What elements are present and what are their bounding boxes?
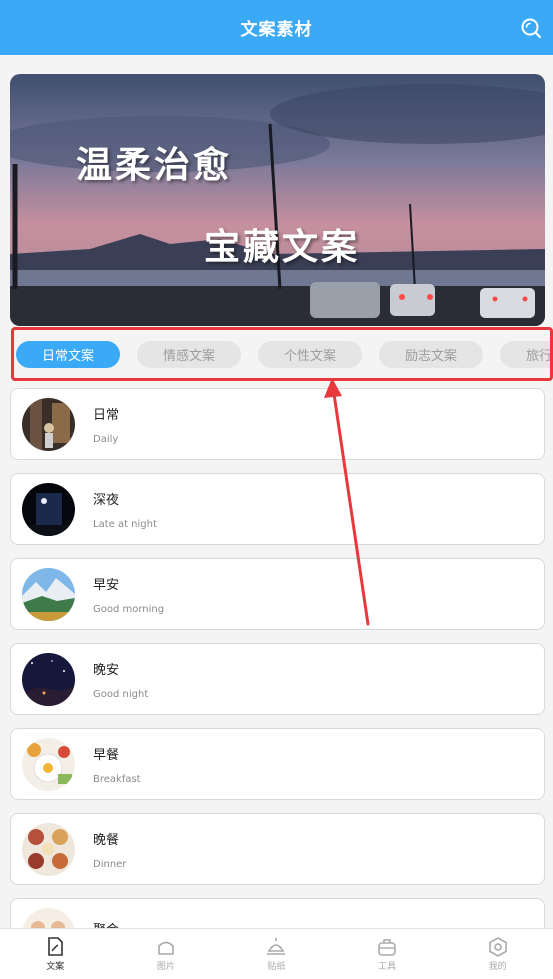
item-title: 日常 xyxy=(93,407,120,423)
item-title: 晚安 xyxy=(93,662,120,678)
page-title: 文案素材 xyxy=(240,20,313,40)
list-item-breakfast[interactable]: 早餐 Breakfast xyxy=(10,728,545,800)
banner-carousel[interactable]: 温柔治愈 宝藏文案 xyxy=(10,74,545,326)
nav-label: 图片 xyxy=(156,961,175,972)
category-list: 日常 Daily 深夜 Late at night 早安 Good mornin… xyxy=(10,388,545,979)
tab-personality[interactable]: 个性文案 xyxy=(258,340,362,368)
bottom-navigation: 文案 图片 贴纸 工具 我的 xyxy=(0,928,553,979)
category-tabs-highlight: 日常文案 情感文案 个性文案 励志文案 旅行文案 xyxy=(11,327,553,381)
nav-images[interactable]: 图片 xyxy=(111,929,222,979)
nav-label: 文案 xyxy=(46,961,65,972)
avatar xyxy=(22,482,75,536)
item-subtitle: Dinner xyxy=(93,858,127,870)
avatar xyxy=(22,652,75,706)
list-item-late-night[interactable]: 深夜 Late at night xyxy=(10,473,545,545)
list-item-daily[interactable]: 日常 Daily xyxy=(10,388,545,460)
avatar xyxy=(22,737,75,791)
nav-stickers[interactable]: 贴纸 xyxy=(221,929,332,979)
nav-copywriting[interactable]: 文案 xyxy=(0,929,111,979)
sticker-icon xyxy=(267,937,286,955)
tab-emotion[interactable]: 情感文案 xyxy=(137,340,241,368)
item-subtitle: Late at night xyxy=(93,518,157,530)
nav-label: 我的 xyxy=(488,961,507,972)
toolbox-icon xyxy=(378,938,396,956)
list-item-good-morning[interactable]: 早安 Good morning xyxy=(10,558,545,630)
item-subtitle: Good morning xyxy=(93,603,165,615)
nav-profile[interactable]: 我的 xyxy=(442,929,553,979)
category-tabs: 日常文案 情感文案 个性文案 励志文案 旅行文案 xyxy=(14,330,550,378)
search-icon[interactable] xyxy=(519,16,543,40)
item-subtitle: Daily xyxy=(93,433,119,445)
avatar xyxy=(22,567,75,621)
avatar xyxy=(22,822,75,876)
nav-label: 贴纸 xyxy=(267,961,286,972)
banner-title-line1: 温柔治愈 xyxy=(76,145,233,186)
nav-tools[interactable]: 工具 xyxy=(332,929,443,979)
top-app-bar: 文案素材 xyxy=(0,0,553,55)
profile-icon xyxy=(488,936,507,957)
avatar xyxy=(22,397,75,451)
item-title: 早安 xyxy=(93,577,120,593)
banner-image xyxy=(10,74,545,326)
nav-label: 工具 xyxy=(378,961,397,972)
item-title: 早餐 xyxy=(93,747,120,763)
item-subtitle: Good night xyxy=(93,688,149,700)
list-item-good-night[interactable]: 晚安 Good night xyxy=(10,643,545,715)
item-subtitle: Breakfast xyxy=(93,773,141,785)
banner-title-line2: 宝藏文案 xyxy=(204,227,361,268)
tab-travel[interactable]: 旅行文案 xyxy=(500,340,550,368)
tab-daily[interactable]: 日常文案 xyxy=(16,340,120,368)
item-title: 晚餐 xyxy=(93,832,120,848)
document-icon xyxy=(48,936,64,956)
list-item-dinner[interactable]: 晚餐 Dinner xyxy=(10,813,545,885)
item-title: 深夜 xyxy=(93,492,120,508)
image-icon xyxy=(158,941,174,955)
tab-inspiration[interactable]: 励志文案 xyxy=(379,340,483,368)
